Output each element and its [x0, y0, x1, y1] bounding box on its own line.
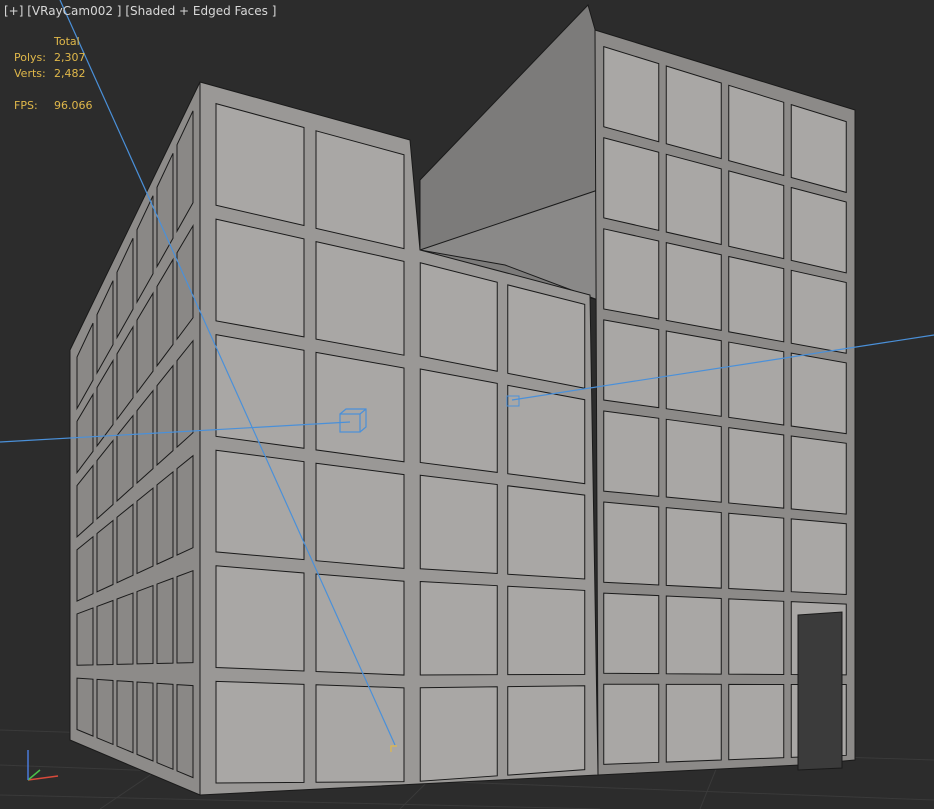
facade-panel — [96, 678, 114, 746]
facade-panel — [603, 137, 660, 231]
facade-panel — [603, 683, 660, 765]
facade-panel — [507, 485, 586, 580]
facade-panel — [665, 418, 722, 503]
facade-panel — [603, 592, 660, 675]
facade-panel — [76, 677, 94, 737]
facade-panel — [419, 580, 498, 676]
statistics-overlay: Total Polys: 2,307 Verts: 2,482 FPS: 96.… — [14, 34, 114, 114]
facade-panel — [728, 427, 785, 509]
facade-panel — [116, 680, 134, 754]
facade-panel — [790, 435, 847, 515]
facade-panel — [603, 45, 660, 143]
viewport-shading-menu[interactable]: [Shaded + Edged Faces ] — [125, 4, 276, 18]
3d-viewport[interactable]: [+] [VRayCam002 ] [Shaded + Edged Faces … — [0, 0, 934, 809]
facade-panel — [507, 585, 586, 676]
facade-panel — [156, 682, 174, 771]
facade-panel — [507, 685, 586, 776]
facade-panel — [116, 503, 134, 584]
facade-panel — [665, 595, 722, 675]
facade-panel — [215, 218, 305, 338]
viewport-menu-plus[interactable]: [+] — [4, 4, 23, 18]
polys-value: 2,307 — [54, 51, 86, 64]
facade-panel — [728, 255, 785, 343]
facade-panel — [116, 592, 134, 665]
facade-panel — [176, 684, 194, 779]
facade-panel — [728, 341, 785, 426]
fps-value: 96.066 — [54, 99, 93, 112]
facade-panel — [315, 240, 405, 356]
facade-panel — [215, 334, 305, 449]
facade-panel — [665, 507, 722, 589]
facade-panel — [728, 512, 785, 592]
facade-panel — [315, 684, 405, 783]
facade-panel — [603, 228, 660, 320]
facade-panel — [136, 487, 154, 575]
facade-panel — [215, 449, 305, 561]
fps-label: FPS: — [14, 99, 38, 112]
facade-panel — [315, 351, 405, 463]
facade-panel — [156, 470, 174, 566]
facade-panel — [665, 153, 722, 246]
facade-panel — [315, 573, 405, 676]
facade-panel — [96, 519, 114, 593]
facade-panel — [603, 501, 660, 586]
facade-panel — [790, 352, 847, 435]
facade-panel — [728, 598, 785, 675]
verts-value: 2,482 — [54, 67, 86, 80]
facade-panel — [215, 565, 305, 672]
scene-render[interactable] — [0, 0, 934, 809]
facade-panel — [176, 569, 194, 664]
facade-panel — [603, 319, 660, 409]
facade-panel — [215, 680, 305, 784]
facade-panel — [790, 518, 847, 596]
facade-panel — [315, 462, 405, 569]
facade-panel — [176, 454, 194, 556]
facade-panel — [665, 683, 722, 763]
facade-panel — [136, 681, 154, 762]
facade-panel — [728, 683, 785, 761]
facade-panel — [419, 474, 498, 575]
facade-panel — [96, 599, 114, 666]
stats-header: Total — [54, 35, 80, 48]
verts-label: Verts: — [14, 67, 46, 80]
viewport-camera-menu[interactable]: [VRayCam002 ] — [27, 4, 121, 18]
facade-panel — [419, 686, 498, 782]
facade-panel — [603, 410, 660, 497]
facade-panel — [76, 607, 94, 666]
facade-panel — [419, 262, 498, 372]
facade-panel — [136, 584, 154, 665]
facade-panel — [790, 186, 847, 274]
facade-panel — [665, 330, 722, 417]
facade-panel — [728, 170, 785, 260]
facade-panel — [790, 269, 847, 354]
facade-panel — [156, 577, 174, 664]
viewport-label[interactable]: [+] [VRayCam002 ] [Shaded + Edged Faces … — [4, 3, 276, 19]
facade-panel — [419, 368, 498, 473]
facade-panel — [665, 242, 722, 332]
polys-label: Polys: — [14, 51, 46, 64]
axis-gizmo-icon — [27, 750, 59, 781]
